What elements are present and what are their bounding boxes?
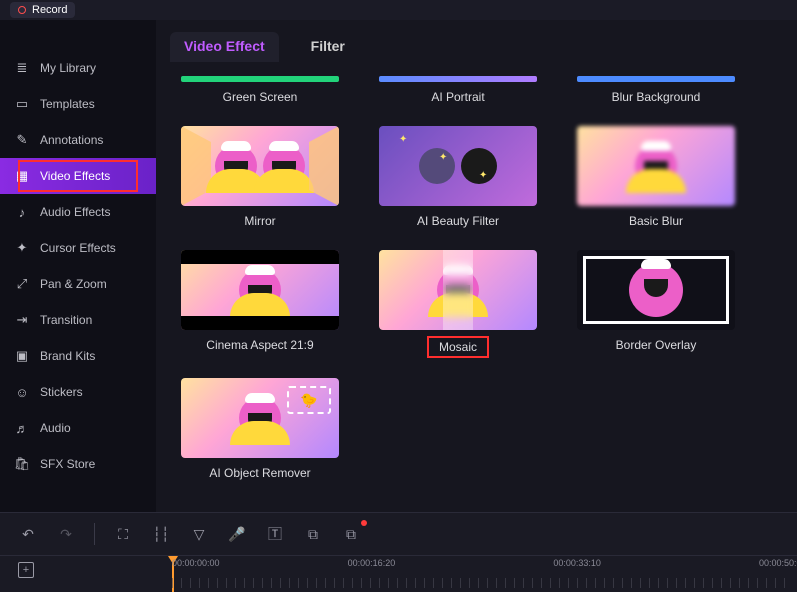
- sidebar-item-brand-kits[interactable]: ▣ Brand Kits: [0, 338, 156, 374]
- audio-icon: ♬: [14, 420, 30, 436]
- effect-label: AI Portrait: [421, 88, 494, 106]
- sidebar-item-annotations[interactable]: ✎ Annotations: [0, 122, 156, 158]
- effect-border-overlay[interactable]: Border Overlay: [566, 250, 746, 358]
- effect-thumbnail: [181, 126, 339, 206]
- annotations-icon: ✎: [14, 132, 30, 148]
- sidebar-item-label: Audio Effects: [40, 205, 111, 219]
- content-panel: Video Effect Filter Green Screen AI Portra…: [156, 20, 797, 512]
- time-mark: 00:00:50:00: [759, 558, 797, 568]
- sidebar-item-video-effects[interactable]: ▦ Video Effects: [0, 158, 156, 194]
- effect-blur-background[interactable]: Blur Background: [566, 76, 746, 106]
- split-button[interactable]: ┆┆: [151, 524, 171, 544]
- sidebar-item-label: SFX Store: [40, 457, 95, 471]
- sidebar-item-label: Pan & Zoom: [40, 277, 107, 291]
- effect-thumbnail: 🐤: [181, 378, 339, 458]
- effect-tabs: Video Effect Filter: [156, 20, 789, 62]
- sidebar-item-my-library[interactable]: ≣ My Library: [0, 50, 156, 86]
- effect-cinema-aspect-21-9[interactable]: Cinema Aspect 21:9: [170, 250, 350, 358]
- record-icon: [18, 6, 26, 14]
- time-mark: 00:00:00:00: [172, 558, 220, 568]
- effect-thumbnail: ✦✦✦: [379, 126, 537, 206]
- brand-kits-icon: ▣: [14, 348, 30, 364]
- sidebar-item-stickers[interactable]: ☺ Stickers: [0, 374, 156, 410]
- timeline-toolbar: ↶ ↷ ⛶ ┆┆ ▽ 🎤 🅃 ⧉ ⧉: [0, 512, 797, 556]
- stickers-icon: ☺: [14, 384, 30, 400]
- effect-green-screen[interactable]: Green Screen: [170, 76, 350, 106]
- effect-thumbnail: [181, 76, 339, 82]
- transition-icon: ⇥: [14, 312, 30, 328]
- effect-label: Mosaic: [427, 336, 489, 358]
- record-button[interactable]: Record: [10, 2, 75, 18]
- effect-thumbnail: [577, 76, 735, 82]
- app-header: Record: [0, 0, 797, 20]
- effect-thumbnail: [379, 250, 537, 330]
- effect-ai-beauty-filter[interactable]: ✦✦✦ AI Beauty Filter: [368, 126, 548, 230]
- effect-label: Border Overlay: [606, 336, 707, 354]
- bottom-panel: ↶ ↷ ⛶ ┆┆ ▽ 🎤 🅃 ⧉ ⧉ + 00:00:00:00 00:00:16…: [0, 512, 797, 592]
- templates-icon: ▭: [14, 96, 30, 112]
- marker-button[interactable]: ▽: [189, 524, 209, 544]
- effects-grid: Green Screen AI Portrait Blur Background Mi…: [162, 62, 783, 482]
- effect-thumbnail: [577, 126, 735, 206]
- voiceover-button[interactable]: 🎤: [227, 524, 247, 544]
- effect-mosaic[interactable]: Mosaic: [368, 250, 548, 358]
- effect-label: Mirror: [234, 212, 285, 230]
- sidebar-item-sfx-store[interactable]: 🛍 SFX Store: [0, 446, 156, 482]
- sidebar-item-label: Templates: [40, 97, 95, 111]
- effect-ai-object-remover[interactable]: 🐤 AI Object Remover: [170, 378, 350, 482]
- separator: [94, 523, 95, 545]
- time-mark: 00:00:33:10: [553, 558, 601, 568]
- sidebar-item-templates[interactable]: ▭ Templates: [0, 86, 156, 122]
- effect-thumbnail: [181, 250, 339, 330]
- effect-label: Green Screen: [213, 88, 308, 106]
- sidebar-item-pan-zoom[interactable]: ⤢ Pan & Zoom: [0, 266, 156, 302]
- effect-label: Cinema Aspect 21:9: [196, 336, 323, 354]
- tab-filter[interactable]: Filter: [297, 32, 359, 62]
- tab-video-effect[interactable]: Video Effect: [170, 32, 279, 62]
- effect-label: Blur Background: [602, 88, 711, 106]
- record-label: Record: [32, 4, 67, 16]
- group-button[interactable]: ⧉: [303, 524, 323, 544]
- caption-button[interactable]: 🅃: [265, 524, 285, 544]
- sidebar-item-transition[interactable]: ⇥ Transition: [0, 302, 156, 338]
- sidebar-item-label: Transition: [40, 313, 92, 327]
- timeline[interactable]: + 00:00:00:00 00:00:16:20 00:00:33:10 00:00…: [0, 556, 797, 592]
- time-ruler[interactable]: 00:00:00:0000:00:16:2000:00:33:1000:00:5…: [172, 556, 789, 592]
- effect-label: Basic Blur: [619, 212, 693, 230]
- pan-zoom-icon: ⤢: [14, 276, 30, 292]
- effect-thumbnail: [577, 250, 735, 330]
- effect-ai-portrait[interactable]: AI Portrait: [368, 76, 548, 106]
- sidebar-item-audio-effects[interactable]: ♪ Audio Effects: [0, 194, 156, 230]
- effect-mirror[interactable]: Mirror: [170, 126, 350, 230]
- effect-thumbnail: [379, 76, 537, 82]
- screen-record-button[interactable]: ⧉: [341, 524, 361, 544]
- sfx-store-icon: 🛍: [14, 456, 30, 472]
- sidebar-item-label: Stickers: [40, 385, 83, 399]
- sidebar-item-label: Cursor Effects: [40, 241, 116, 255]
- effect-label: AI Beauty Filter: [407, 212, 509, 230]
- ruler-ticks: [172, 578, 789, 588]
- sidebar-item-cursor-effects[interactable]: ✦ Cursor Effects: [0, 230, 156, 266]
- audio-effects-icon: ♪: [14, 204, 30, 220]
- sidebar-item-label: Audio: [40, 421, 71, 435]
- sidebar: ≣ My Library ▭ Templates ✎ Annotations ▦ Video …: [0, 20, 156, 512]
- effect-label: AI Object Remover: [199, 464, 320, 482]
- undo-button[interactable]: ↶: [18, 524, 38, 544]
- sidebar-item-label: Brand Kits: [40, 349, 95, 363]
- add-track-button[interactable]: +: [18, 562, 34, 578]
- sidebar-item-label: Annotations: [40, 133, 103, 147]
- sidebar-item-label: Video Effects: [40, 169, 110, 183]
- redo-button[interactable]: ↷: [56, 524, 76, 544]
- cursor-effects-icon: ✦: [14, 240, 30, 256]
- effects-scroll[interactable]: Green Screen AI Portrait Blur Background Mi…: [156, 62, 789, 512]
- sidebar-item-audio[interactable]: ♬ Audio: [0, 410, 156, 446]
- crop-button[interactable]: ⛶: [113, 524, 133, 544]
- effect-basic-blur[interactable]: Basic Blur: [566, 126, 746, 230]
- time-mark: 00:00:16:20: [348, 558, 396, 568]
- video-effects-icon: ▦: [14, 168, 30, 184]
- my-library-icon: ≣: [14, 60, 30, 76]
- sidebar-item-label: My Library: [40, 61, 96, 75]
